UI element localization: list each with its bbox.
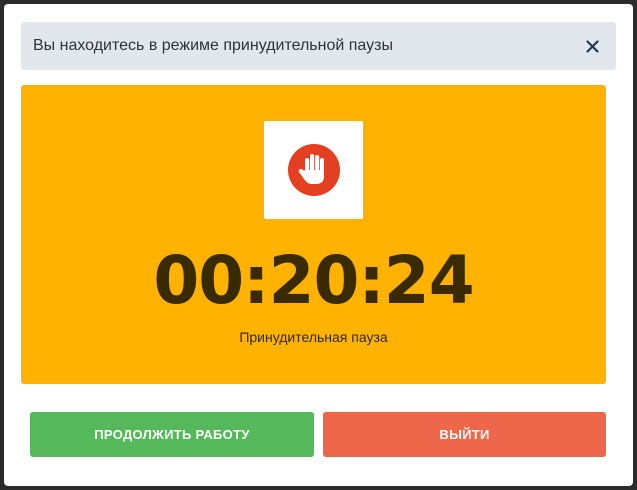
dialog-title: Вы находитесь в режиме принудительной па… (33, 37, 393, 54)
close-icon[interactable] (582, 36, 602, 56)
stop-hand-icon (287, 144, 340, 196)
pause-panel: 00:20:24 Принудительная пауза (21, 85, 606, 384)
exit-button[interactable]: ВЫЙТИ (323, 412, 606, 457)
continue-work-button[interactable]: ПРОДОЛЖИТЬ РАБОТУ (30, 412, 314, 457)
pause-timer: 00:20:24 (153, 242, 474, 319)
dialog-header: Вы находитесь в режиме принудительной па… (21, 22, 616, 70)
pause-timer-label: Принудительная пауза (239, 329, 388, 345)
pause-icon-box (264, 121, 363, 219)
pause-dialog: Вы находитесь в режиме принудительной па… (4, 4, 633, 486)
